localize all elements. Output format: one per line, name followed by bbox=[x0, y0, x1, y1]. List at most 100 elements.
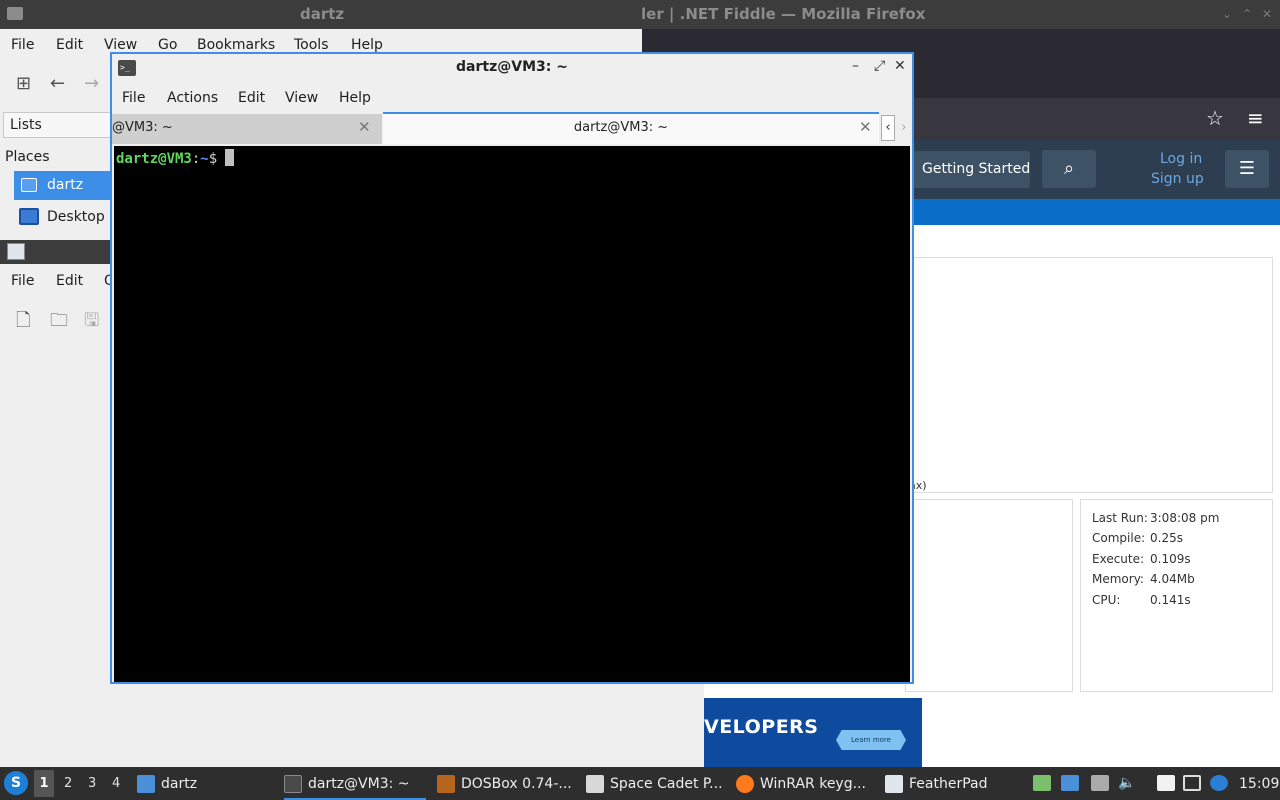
task-label: FeatherPad bbox=[909, 776, 988, 792]
menu-edit[interactable]: Edit bbox=[238, 90, 265, 106]
places-header: Places bbox=[5, 149, 50, 165]
terminal-title: dartz@VM3: ~ bbox=[456, 59, 568, 75]
prompt-path: ~ bbox=[200, 151, 209, 167]
notification-icon[interactable] bbox=[1210, 775, 1228, 791]
menu-go[interactable]: Go bbox=[158, 37, 177, 53]
stat-label: Execute: bbox=[1092, 552, 1145, 566]
ad-learn-more-button[interactable]: Learn more bbox=[836, 730, 906, 750]
task-label: dartz bbox=[161, 776, 198, 792]
prompt-symbol: $ bbox=[208, 151, 218, 167]
place-label[interactable]: dartz bbox=[47, 177, 83, 193]
stat-value: 3:08:08 pm bbox=[1150, 511, 1220, 525]
volume-icon[interactable]: 🔈 bbox=[1118, 775, 1136, 791]
getting-started-button[interactable]: Getting Started bbox=[905, 151, 1030, 188]
menu-view[interactable]: View bbox=[104, 37, 137, 53]
menu-actions[interactable]: Actions bbox=[167, 90, 218, 106]
maximize-button[interactable]: ⌃ bbox=[1242, 7, 1252, 21]
tray-app-icon[interactable] bbox=[1033, 775, 1051, 791]
clipboard-icon[interactable] bbox=[1157, 775, 1175, 791]
desktop-switch-4[interactable]: 4 bbox=[112, 776, 120, 791]
menu-view[interactable]: View bbox=[285, 90, 318, 106]
tray-storage-icon[interactable] bbox=[1091, 775, 1109, 791]
task-file-manager[interactable]: dartz bbox=[137, 767, 277, 800]
desktop-switch-3[interactable]: 3 bbox=[88, 776, 96, 791]
task-label: DOSBox 0.74-... bbox=[461, 776, 572, 792]
task-space-cadet[interactable]: Space Cadet P... bbox=[586, 767, 728, 800]
task-firefox[interactable]: WinRAR keyg... bbox=[736, 767, 878, 800]
stat-label: Last Run: bbox=[1092, 511, 1148, 525]
site-menu-button[interactable]: ☰ bbox=[1225, 150, 1269, 188]
task-featherpad[interactable]: FeatherPad bbox=[885, 767, 1027, 800]
search-button[interactable]: ⌕ bbox=[1042, 150, 1096, 188]
tab-close-icon[interactable]: ✕ bbox=[358, 118, 371, 136]
back-arrow-icon[interactable]: ← bbox=[50, 73, 65, 94]
close-button[interactable]: ✕ bbox=[1262, 7, 1272, 21]
task-dosbox[interactable]: DOSBox 0.74-... bbox=[437, 767, 579, 800]
open-folder-icon[interactable]: 🗀 bbox=[50, 308, 68, 338]
minimize-button[interactable]: – bbox=[852, 58, 859, 74]
terminal-window: >_ dartz@VM3: ~ – ⤢ ✕ File Actions Edit … bbox=[110, 52, 914, 684]
stat-value: 0.25s bbox=[1150, 531, 1183, 545]
hamburger-icon: ☰ bbox=[1238, 158, 1256, 179]
prompt-user: dartz@VM3 bbox=[116, 151, 192, 167]
folder-icon bbox=[137, 775, 155, 793]
close-button[interactable]: ✕ bbox=[894, 58, 906, 74]
terminal-tabbar: @VM3: ~ ✕ dartz@VM3: ~ ✕ ‹ › bbox=[112, 112, 912, 146]
start-menu-button[interactable]: S bbox=[4, 771, 28, 795]
minimize-button[interactable]: ⌄ bbox=[1222, 7, 1232, 21]
place-item-desktop[interactable]: Desktop bbox=[47, 209, 105, 225]
terminal-tab-active[interactable]: dartz@VM3: ~ ✕ bbox=[383, 112, 879, 144]
firefox-title: ler | .NET Fiddle — Mozilla Firefox bbox=[641, 5, 926, 23]
text-cursor bbox=[225, 149, 235, 166]
stat-label: Memory: bbox=[1092, 572, 1144, 586]
firefox-icon bbox=[736, 775, 754, 793]
terminal-titlebar[interactable]: >_ dartz@VM3: ~ – ⤢ ✕ bbox=[112, 54, 912, 82]
forward-arrow-icon[interactable]: → bbox=[84, 73, 99, 94]
desktop-icon bbox=[19, 208, 39, 225]
terminal-tab[interactable]: @VM3: ~ ✕ bbox=[112, 114, 382, 144]
stat-label: Compile: bbox=[1092, 531, 1146, 545]
terminal-screen[interactable]: dartz@VM3:~$ bbox=[114, 146, 910, 682]
clock[interactable]: 15:09 bbox=[1239, 776, 1279, 792]
tray-desktop-icon[interactable] bbox=[1061, 775, 1079, 791]
featherpad-icon bbox=[885, 775, 903, 793]
tab-scroll-right-button[interactable]: › bbox=[897, 115, 911, 141]
task-terminal[interactable]: dartz@VM3: ~ bbox=[284, 767, 426, 800]
menu-bookmarks[interactable]: Bookmarks bbox=[197, 37, 275, 53]
stat-value: 4.04Mb bbox=[1150, 572, 1195, 586]
login-link[interactable]: Log in bbox=[1160, 151, 1202, 167]
menu-help[interactable]: Help bbox=[339, 90, 371, 106]
featherpad-icon bbox=[7, 243, 25, 260]
save-icon[interactable]: 🖫 bbox=[84, 308, 99, 338]
menu-help[interactable]: Help bbox=[351, 37, 383, 53]
signup-link[interactable]: Sign up bbox=[1151, 171, 1204, 187]
app-menu-icon[interactable]: ≡ bbox=[1247, 106, 1264, 130]
desktop-switch-2[interactable]: 2 bbox=[64, 776, 72, 791]
terminal-menubar: File Actions Edit View Help bbox=[112, 84, 912, 112]
new-file-icon[interactable]: 🗋 bbox=[16, 308, 30, 338]
bookmark-star-icon[interactable]: ☆ bbox=[1206, 106, 1224, 130]
pinball-icon bbox=[586, 775, 604, 793]
tab-scroll-left-button[interactable]: ‹ bbox=[881, 115, 895, 141]
maximize-button[interactable]: ⤢ bbox=[874, 58, 885, 74]
menu-file[interactable]: File bbox=[122, 90, 145, 106]
ad-banner[interactable]: VELOPERS Learn more bbox=[704, 698, 922, 767]
folder-icon bbox=[7, 7, 23, 20]
search-icon: ⌕ bbox=[1063, 158, 1075, 179]
new-window-icon[interactable]: ⊞ bbox=[16, 73, 31, 94]
side-pane-mode-select[interactable]: Lists bbox=[3, 112, 111, 138]
stat-value: 0.109s bbox=[1150, 552, 1191, 566]
tab-label: dartz@VM3: ~ bbox=[573, 120, 669, 135]
menu-edit[interactable]: Edit bbox=[56, 273, 83, 289]
tab-close-icon[interactable]: ✕ bbox=[859, 118, 872, 136]
desktop-switch-1[interactable]: 1 bbox=[34, 770, 54, 797]
menu-tools[interactable]: Tools bbox=[294, 37, 329, 53]
menu-file[interactable]: File bbox=[11, 273, 34, 289]
menu-file[interactable]: File bbox=[11, 37, 34, 53]
tray-screen-icon[interactable] bbox=[1183, 775, 1201, 791]
shell-prompt: dartz@VM3:~$ bbox=[116, 149, 235, 167]
file-manager-titlebar: dartz bbox=[0, 0, 642, 29]
file-manager-title: dartz bbox=[300, 5, 345, 23]
menu-edit[interactable]: Edit bbox=[56, 37, 83, 53]
stat-value: 0.141s bbox=[1150, 593, 1191, 607]
